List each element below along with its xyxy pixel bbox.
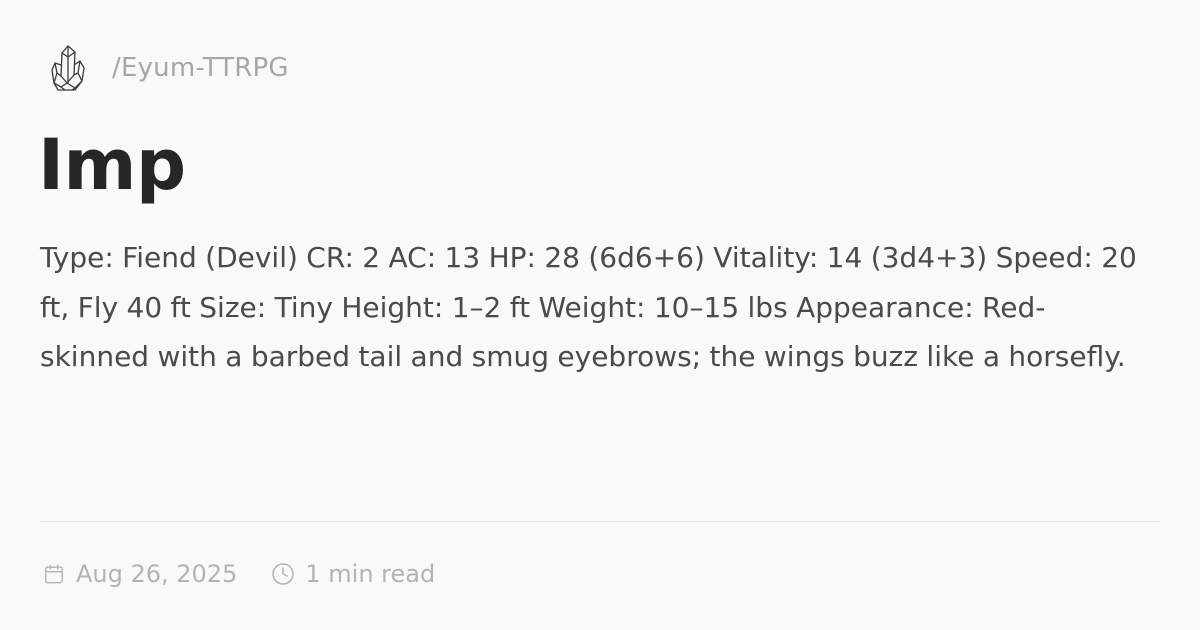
site-path-link[interactable]: /Eyum-TTRPG [112,53,289,83]
publish-date: Aug 26, 2025 [42,560,237,588]
calendar-icon [42,562,66,586]
crystal-cluster-icon[interactable] [46,42,90,94]
site-header: /Eyum-TTRPG [46,42,289,94]
clock-icon [271,562,295,586]
article-description: Type: Fiend (Devil) CR: 2 AC: 13 HP: 28 … [40,241,1137,373]
divider [40,521,1160,522]
article-meta: Aug 26, 2025 1 min read [42,558,435,590]
read-time-text: 1 min read [305,560,436,588]
page-title: Imp [38,124,186,206]
read-time: 1 min read [271,560,435,588]
publish-date-text: Aug 26, 2025 [76,560,238,588]
